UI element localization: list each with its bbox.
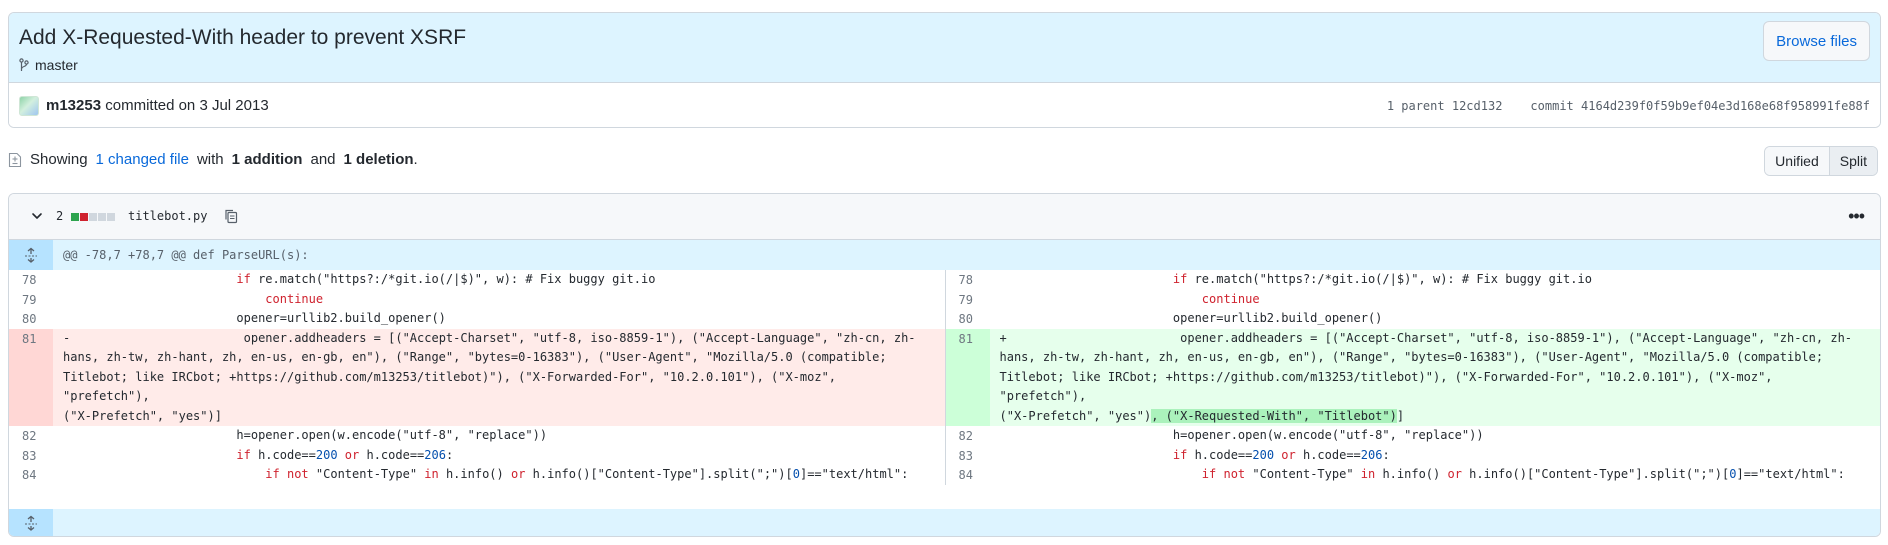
code-line: if not "Content-Type" in h.info() or h.i… — [265, 467, 909, 481]
deleted-line: 81 - opener.addheaders = [("Accept-Chars… — [9, 328, 945, 426]
diff-row: 80 opener=urllib2.build_opener() 80 open… — [9, 309, 1880, 329]
code-line: h=opener.open(w.encode("utf-8", "replace… — [236, 428, 548, 442]
commit-header: Add X-Requested-With header to prevent X… — [8, 12, 1881, 128]
line-number[interactable]: 84 — [9, 465, 53, 485]
diffstat-block-neutral — [98, 213, 106, 221]
line-number[interactable]: 78 — [946, 270, 990, 290]
added-highlight: , ("X-Requested-With", "Titlebot") — [1151, 408, 1397, 423]
commit-sha: 4164d239f0f59b9ef04e3d168e68f958991fe88f — [1581, 99, 1870, 113]
line-number[interactable]: 79 — [9, 290, 53, 310]
diffstat-block-neutral — [89, 213, 97, 221]
branch-link[interactable]: master — [35, 57, 78, 73]
code-line: if not "Content-Type" in h.info() or h.i… — [1201, 467, 1845, 481]
code-line: if re.match("https?:/*git.io(/|$)", w): … — [1172, 272, 1592, 286]
commit-meta: m13253 committed on 3 Jul 2013 1 parent … — [9, 84, 1880, 127]
diff-row: 84 if not "Content-Type" in h.info() or … — [9, 465, 1880, 485]
changes-count: 2 — [56, 209, 64, 223]
file-name-link[interactable]: titlebot.py — [128, 209, 207, 223]
code-line: opener=urllib2.build_opener() — [1172, 311, 1383, 325]
git-branch-icon — [19, 58, 29, 71]
code-line: opener=urllib2.build_opener() — [236, 311, 446, 325]
diff-row: 82 h=opener.open(w.encode("utf-8", "repl… — [9, 426, 1880, 446]
code-line: if h.code==200 or h.code==206: — [236, 447, 454, 462]
diff-row: 78 if re.match("https?:/*git.io(/|$)", w… — [9, 270, 1880, 290]
parent-info: 1 parent 12cd132 — [1387, 99, 1503, 113]
line-number[interactable]: 82 — [946, 426, 990, 446]
committed-date: committed on 3 Jul 2013 — [105, 97, 269, 114]
avatar[interactable] — [19, 96, 39, 116]
diff-marker: + — [999, 330, 1007, 345]
expand-bottom-row — [9, 509, 1880, 536]
diffstat-block-added — [71, 213, 79, 221]
author-link[interactable]: m13253 — [46, 97, 101, 114]
changed-files-link[interactable]: 1 changed file — [96, 151, 189, 168]
and-label: and — [310, 151, 336, 168]
split-view-button[interactable]: Split — [1828, 147, 1877, 175]
hunk-header-text: @@ -78,7 +78,7 @@ def ParseURL(s): — [63, 248, 309, 262]
code-line: + opener.addheaders = [("Accept-Charset"… — [989, 328, 1880, 426]
expand-down-icon[interactable] — [9, 509, 53, 536]
showing-label: Showing — [30, 151, 88, 168]
diff-summary: Showing 1 changed file with 1 addition a… — [8, 151, 418, 168]
diffstat-block-neutral — [107, 213, 115, 221]
unified-view-button[interactable]: Unified — [1765, 147, 1829, 175]
kebab-menu-icon[interactable]: ••• — [1848, 206, 1865, 227]
commit-title-area: Add X-Requested-With header to prevent X… — [9, 13, 1880, 83]
parent-sha-link[interactable]: 12cd132 — [1452, 99, 1503, 113]
line-number[interactable]: 82 — [9, 426, 53, 446]
code-line: if h.code==200 or h.code==206: — [1172, 447, 1390, 462]
hunk-header-row: @@ -78,7 +78,7 @@ def ParseURL(s): — [9, 240, 1880, 270]
file-diff: 2 titlebot.py ••• @@ -78,7 +78,7 @@ def … — [8, 193, 1881, 537]
line-number[interactable]: 78 — [9, 270, 53, 290]
sha-line: 1 parent 12cd132 commit 4164d239f0f59b9e… — [1387, 99, 1870, 113]
parent-label: 1 parent — [1386, 99, 1445, 113]
browse-files-button[interactable]: Browse files — [1763, 21, 1870, 61]
chevron-down-icon[interactable] — [29, 208, 45, 224]
code-line: if re.match("https?:/*git.io(/|$)", w): … — [236, 272, 656, 286]
file-header: 2 titlebot.py ••• — [9, 194, 1880, 240]
line-number[interactable]: 81 — [9, 328, 53, 426]
code-line: - opener.addheaders = [("Accept-Charset"… — [53, 328, 945, 426]
line-number[interactable]: 83 — [9, 446, 53, 466]
line-number[interactable]: 79 — [946, 290, 990, 310]
diff-row: 83 if h.code==200 or h.code==206: 83 if … — [9, 445, 1880, 466]
diff-row: 79 continue 79 continue — [9, 289, 1880, 310]
diff-row-changed: 81 - opener.addheaders = [("Accept-Chars… — [9, 328, 1880, 426]
commit-title: Add X-Requested-With header to prevent X… — [19, 26, 467, 49]
expand-up-icon[interactable] — [9, 240, 53, 270]
diffstat — [71, 213, 115, 221]
line-number[interactable]: 84 — [946, 465, 990, 485]
diff-view-toggle: Unified Split — [1764, 146, 1878, 176]
line-number[interactable]: 83 — [946, 446, 990, 466]
code-line: continue — [1201, 291, 1260, 306]
line-number[interactable]: 80 — [946, 309, 990, 329]
code-line: h=opener.open(w.encode("utf-8", "replace… — [1172, 428, 1484, 442]
branch-row: master — [19, 57, 78, 73]
summary-period: . — [413, 151, 418, 168]
file-diff-icon — [8, 152, 22, 167]
copy-icon[interactable] — [223, 208, 239, 224]
author-line: m13253 committed on 3 Jul 2013 — [46, 97, 269, 114]
additions-count: 1 addition — [231, 151, 303, 168]
line-number[interactable]: 81 — [945, 328, 990, 426]
line-number[interactable]: 80 — [9, 309, 53, 329]
added-line: 81 + opener.addheaders = [("Accept-Chars… — [944, 328, 1880, 426]
commit-info: commit 4164d239f0f59b9ef04e3d168e68f9589… — [1530, 99, 1870, 113]
diff-rows: 78 if re.match("https?:/*git.io(/|$)", w… — [9, 270, 1880, 485]
diffstat-block-deleted — [80, 213, 88, 221]
commit-label: commit — [1530, 99, 1574, 113]
code-line: continue — [265, 291, 324, 306]
deletions-count: 1 deletion — [343, 151, 414, 168]
with-label: with — [196, 151, 224, 168]
